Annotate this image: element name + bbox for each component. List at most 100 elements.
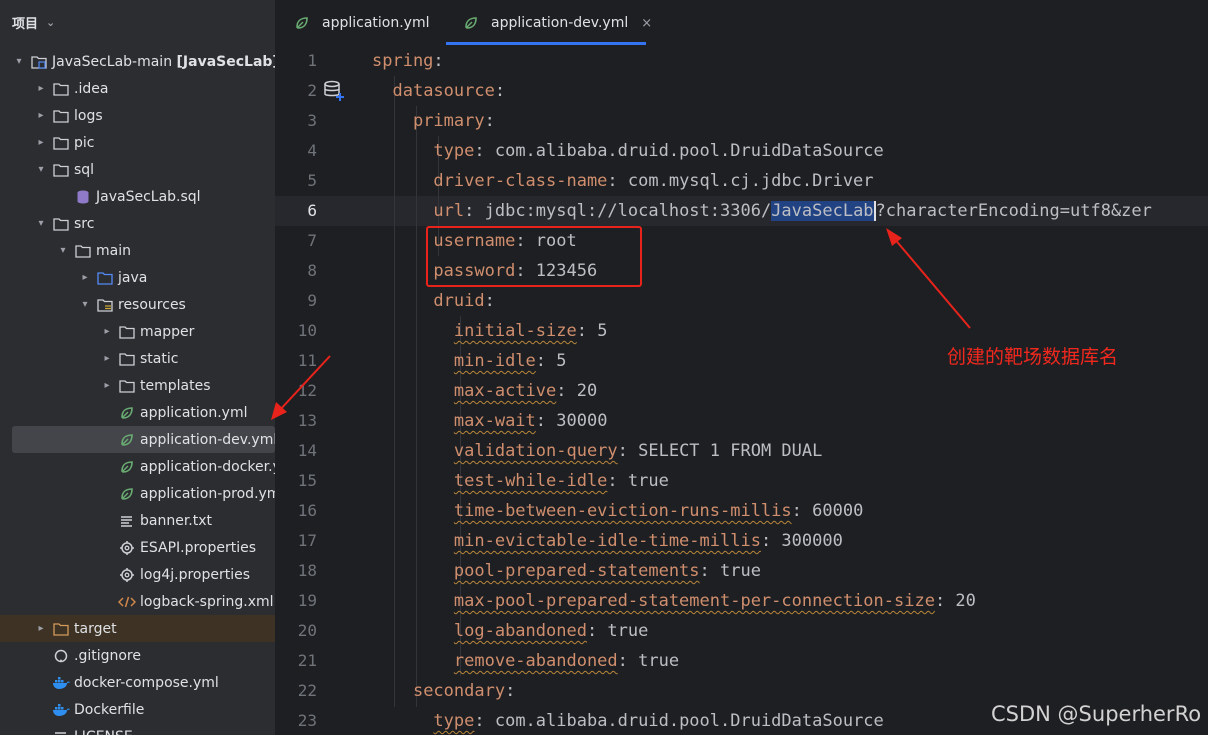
line-number: 1	[307, 51, 317, 70]
tree-item[interactable]: LICENSE	[0, 723, 275, 735]
code-line[interactable]: initial-size: 5	[372, 316, 608, 346]
folder-icon	[52, 108, 70, 124]
tree-item[interactable]: application-dev.yml	[12, 426, 275, 453]
tree-item[interactable]: ▸ static	[0, 345, 275, 372]
code-line[interactable]: test-while-idle: true	[372, 466, 669, 496]
tree-item-label: .idea	[74, 80, 109, 97]
chevron-right-icon[interactable]: ▸	[34, 110, 48, 121]
chevron-right-icon[interactable]: ▸	[78, 272, 92, 283]
tree-item[interactable]: application.yml	[0, 399, 275, 426]
chevron-right-icon[interactable]: ▸	[34, 83, 48, 94]
code-line[interactable]: druid:	[372, 286, 494, 316]
code-line[interactable]: min-evictable-idle-time-millis: 300000	[372, 526, 843, 556]
tree-item[interactable]: banner.txt	[0, 507, 275, 534]
tree-item-label: JavaSecLab.sql	[96, 188, 201, 205]
yaml-value: : com.mysql.cj.jdbc.Driver	[607, 171, 874, 191]
tree-item[interactable]: ▸ logs	[0, 102, 275, 129]
yaml-key: initial-size	[453, 321, 577, 341]
tree-item[interactable]: Dockerfile	[0, 696, 275, 723]
tree-item[interactable]: docker-compose.yml	[0, 669, 275, 696]
code-line[interactable]: spring:	[372, 46, 444, 76]
code-line[interactable]: primary:	[372, 106, 495, 136]
code-line[interactable]: max-pool-prepared-statement-per-connecti…	[372, 586, 976, 616]
line-number: 8	[307, 261, 317, 280]
selected-database-name: JavaSecLab	[771, 201, 874, 221]
chevron-down-icon[interactable]: ▾	[78, 299, 92, 310]
project-folder-icon	[30, 54, 48, 70]
properties-icon	[118, 567, 136, 583]
tab-label: application-dev.yml	[491, 15, 629, 31]
chevron-down-icon[interactable]: ▾	[12, 56, 26, 67]
spring-config-icon	[118, 405, 136, 421]
tree-item[interactable]: ▾ main	[0, 237, 275, 264]
tree-item-label: pic	[74, 134, 95, 151]
tree-item-label: LICENSE	[74, 729, 133, 735]
tree-item-label: Dockerfile	[74, 701, 145, 718]
chevron-right-icon[interactable]: ▸	[100, 353, 114, 364]
tree-item[interactable]: ▸ java	[0, 264, 275, 291]
code-line[interactable]: url: jdbc:mysql://localhost:3306/JavaSec…	[372, 196, 1152, 226]
code-line[interactable]: driver-class-name: com.mysql.cj.jdbc.Dri…	[372, 166, 874, 196]
tree-item[interactable]: JavaSecLab.sql	[0, 183, 275, 210]
code-line[interactable]: time-between-eviction-runs-millis: 60000	[372, 496, 863, 526]
tree-item-label: application-dev.yml	[140, 431, 275, 448]
docker-icon	[52, 675, 70, 691]
chevron-right-icon[interactable]: ▸	[100, 326, 114, 337]
chevron-down-icon[interactable]: ▾	[34, 164, 48, 175]
code-line[interactable]: secondary:	[372, 676, 515, 706]
tree-item[interactable]: application-prod.yml	[0, 480, 275, 507]
tab-application-yml[interactable]: application.yml	[289, 0, 430, 46]
tree-item[interactable]: ▸ mapper	[0, 318, 275, 345]
tree-item[interactable]: ▸ pic	[0, 129, 275, 156]
line-number: 13	[297, 411, 317, 430]
chevron-right-icon[interactable]: ▸	[34, 623, 48, 634]
yaml-value: : true	[699, 561, 761, 581]
tree-item[interactable]: .gitignore	[0, 642, 275, 669]
yaml-value: : SELECT 1 FROM DUAL	[617, 441, 823, 461]
tree-item[interactable]: ESAPI.properties	[0, 534, 275, 561]
tree-item[interactable]: application-docker.y	[0, 453, 275, 480]
code-line[interactable]: pool-prepared-statements: true	[372, 556, 761, 586]
tree-item[interactable]: ▾ JavaSecLab-main [JavaSecLab] D	[0, 48, 275, 75]
chevron-right-icon[interactable]: ▸	[34, 137, 48, 148]
tree-item-label: .gitignore	[74, 647, 141, 664]
line-number: 10	[297, 321, 317, 340]
code-editor[interactable]: 1 2 3 4 5 6 7 8 9 10 11 12 13 14 15 16 17 18 19 20 21 22 23 sp…	[275, 46, 1208, 735]
tree-item[interactable]: ▾ resources	[0, 291, 275, 318]
chevron-down-icon[interactable]: ▾	[34, 218, 48, 229]
tree-item-label: static	[140, 350, 179, 367]
tree-item[interactable]: ▸ templates	[0, 372, 275, 399]
tree-item[interactable]: ▸ target	[0, 615, 275, 642]
source-folder-icon	[96, 270, 114, 286]
yaml-value-tail: ?characterEncoding=utf8&zer	[875, 201, 1152, 221]
tree-item-label: JavaSecLab-main [JavaSecLab] D	[52, 54, 275, 70]
code-line[interactable]: log-abandoned: true	[372, 616, 648, 646]
tree-item-label: src	[74, 215, 95, 232]
tree-item[interactable]: ▾ src	[0, 210, 275, 237]
code-line[interactable]: type: com.alibaba.druid.pool.DruidDataSo…	[372, 136, 883, 166]
folder-icon	[118, 378, 136, 394]
tree-item-label: templates	[140, 377, 211, 394]
tree-item[interactable]: ▸ .idea	[0, 75, 275, 102]
project-view-selector[interactable]: 项目 ⌄	[12, 8, 55, 36]
line-number: 20	[297, 621, 317, 640]
code-line[interactable]: max-active: 20	[372, 376, 597, 406]
tree-item[interactable]: log4j.properties	[0, 561, 275, 588]
database-icon[interactable]	[323, 80, 345, 106]
close-icon[interactable]: ×	[641, 16, 652, 31]
code-line[interactable]: validation-query: SELECT 1 FROM DUAL	[372, 436, 822, 466]
code-line[interactable]: max-wait: 30000	[372, 406, 608, 436]
chevron-right-icon[interactable]: ▸	[100, 380, 114, 391]
code-line[interactable]: remove-abandoned: true	[372, 646, 679, 676]
code-line[interactable]: datasource:	[372, 76, 505, 106]
line-number: 22	[297, 681, 317, 700]
tree-item[interactable]: ▾ sql	[0, 156, 275, 183]
folder-icon	[118, 351, 136, 367]
code-line[interactable]: type: com.alibaba.druid.pool.DruidDataSo…	[372, 706, 883, 735]
tree-item[interactable]: logback-spring.xml	[0, 588, 275, 615]
yaml-key: log-abandoned	[453, 621, 587, 641]
yaml-value: :	[484, 111, 495, 131]
code-line[interactable]: min-idle: 5	[372, 346, 567, 376]
tab-application-dev-yml[interactable]: application-dev.yml ×	[458, 0, 652, 46]
chevron-down-icon[interactable]: ▾	[56, 245, 70, 256]
